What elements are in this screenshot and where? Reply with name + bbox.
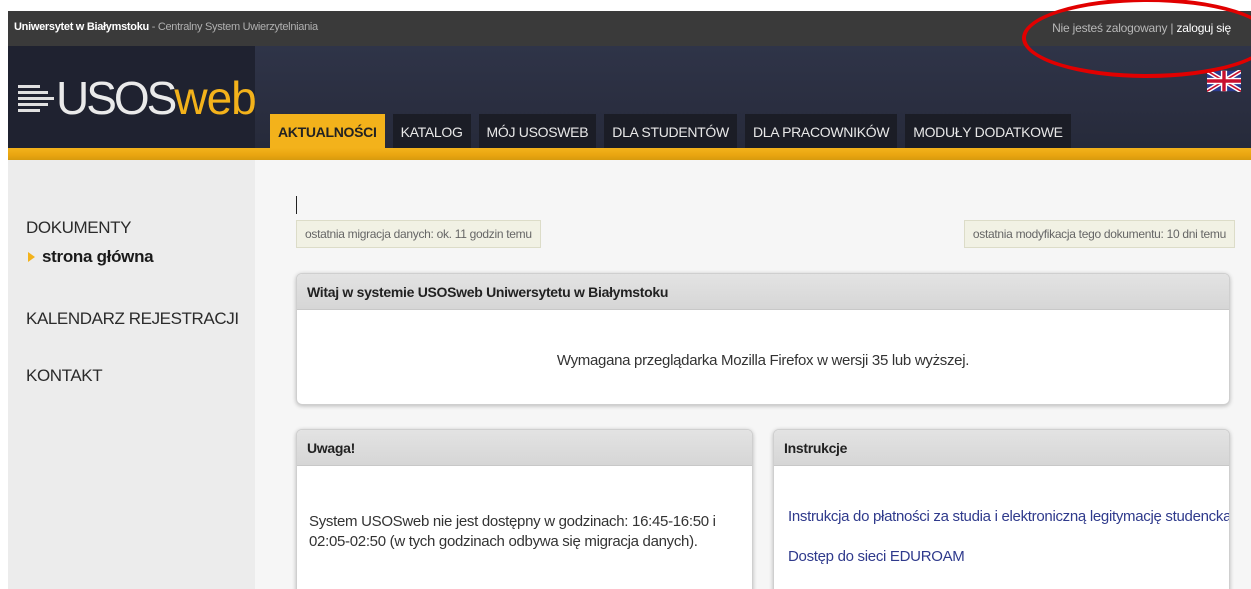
- sidebar: DOKUMENTY strona główna KALENDARZ REJEST…: [8, 160, 255, 589]
- welcome-text: Wymagana przeglądarka Mozilla Firefox w …: [556, 352, 970, 369]
- top-bar: Uniwersytet w Białymstoku - Centralny Sy…: [8, 11, 1251, 46]
- sidebar-item-label: strona główna: [42, 247, 154, 266]
- sidebar-item-strona-glowna[interactable]: strona główna: [28, 247, 154, 267]
- tab-moj-usosweb[interactable]: MÓJ USOSWEB: [478, 114, 597, 148]
- university-name: Uniwersytet w Białymstoku - Centralny Sy…: [14, 21, 318, 33]
- text-cursor: [296, 196, 297, 214]
- warning-text: System USOSweb nie jest dostępny w godzi…: [309, 512, 716, 552]
- accent-bar: [8, 148, 1251, 160]
- main-tabs: AKTUALNOŚCI KATALOG MÓJ USOSWEB DLA STUD…: [270, 114, 1071, 148]
- warning-line-1: System USOSweb nie jest dostępny w godzi…: [309, 513, 716, 530]
- logo-lines-icon: [18, 84, 54, 112]
- sidebar-item-kontakt[interactable]: KONTAKT: [26, 366, 103, 386]
- tab-dla-studentow[interactable]: DLA STUDENTÓW: [604, 114, 737, 148]
- tab-aktualnosci[interactable]: AKTUALNOŚCI: [270, 114, 385, 148]
- eduroam-link[interactable]: Dostęp do sieci EDUROAM: [788, 548, 965, 565]
- migration-note: ostatnia migracja danych: ok. 11 godzin …: [296, 220, 541, 248]
- modification-note: ostatnia modyfikacja tego dokumentu: 10 …: [963, 220, 1235, 248]
- welcome-title: Witaj w systemie USOSweb Uniwersytetu w …: [297, 274, 1229, 310]
- page: Uniwersytet w Białymstoku - Centralny Sy…: [0, 0, 1251, 589]
- logo-text-usos: USOS: [56, 72, 177, 124]
- header: USOS web AKTUALNOŚCI KATALOG MÓJ USOSWEB…: [8, 46, 1251, 148]
- logo-area: USOS web: [8, 46, 257, 148]
- payment-instruction-link[interactable]: Instrukcja do płatności za studia i elek…: [788, 508, 1229, 525]
- usosweb-logo[interactable]: USOS web: [18, 70, 257, 126]
- english-flag-icon[interactable]: [1207, 70, 1241, 92]
- login-status: Nie jesteś zalogowany | zaloguj się: [1052, 21, 1231, 35]
- arrow-right-icon: [28, 252, 35, 262]
- instructions-panel: Instrukcje Instrukcja do płatności za st…: [773, 429, 1230, 589]
- login-link[interactable]: zaloguj się: [1176, 21, 1231, 35]
- instructions-title: Instrukcje: [774, 430, 1229, 466]
- sidebar-item-dokumenty[interactable]: DOKUMENTY: [26, 218, 131, 238]
- welcome-panel: Witaj w systemie USOSweb Uniwersytetu w …: [296, 273, 1230, 405]
- tab-katalog[interactable]: KATALOG: [392, 114, 471, 148]
- warning-title: Uwaga!: [297, 430, 752, 466]
- not-logged-in-text: Nie jesteś zalogowany: [1052, 21, 1168, 35]
- university-link[interactable]: Uniwersytet w Białymstoku: [14, 21, 149, 33]
- system-subtitle: - Centralny System Uwierzytelniania: [151, 21, 318, 33]
- warning-panel: Uwaga! System USOSweb nie jest dostępny …: [296, 429, 753, 589]
- warning-line-2: 02:05-02:50 (w tych godzinach odbywa się…: [309, 533, 698, 550]
- tab-moduly-dodatkowe[interactable]: MODUŁY DODATKOWE: [905, 114, 1071, 148]
- tab-dla-pracownikow[interactable]: DLA PRACOWNIKÓW: [744, 114, 898, 148]
- logo-text-web: web: [174, 72, 256, 124]
- sidebar-item-kalendarz[interactable]: KALENDARZ REJESTRACJI: [26, 309, 239, 329]
